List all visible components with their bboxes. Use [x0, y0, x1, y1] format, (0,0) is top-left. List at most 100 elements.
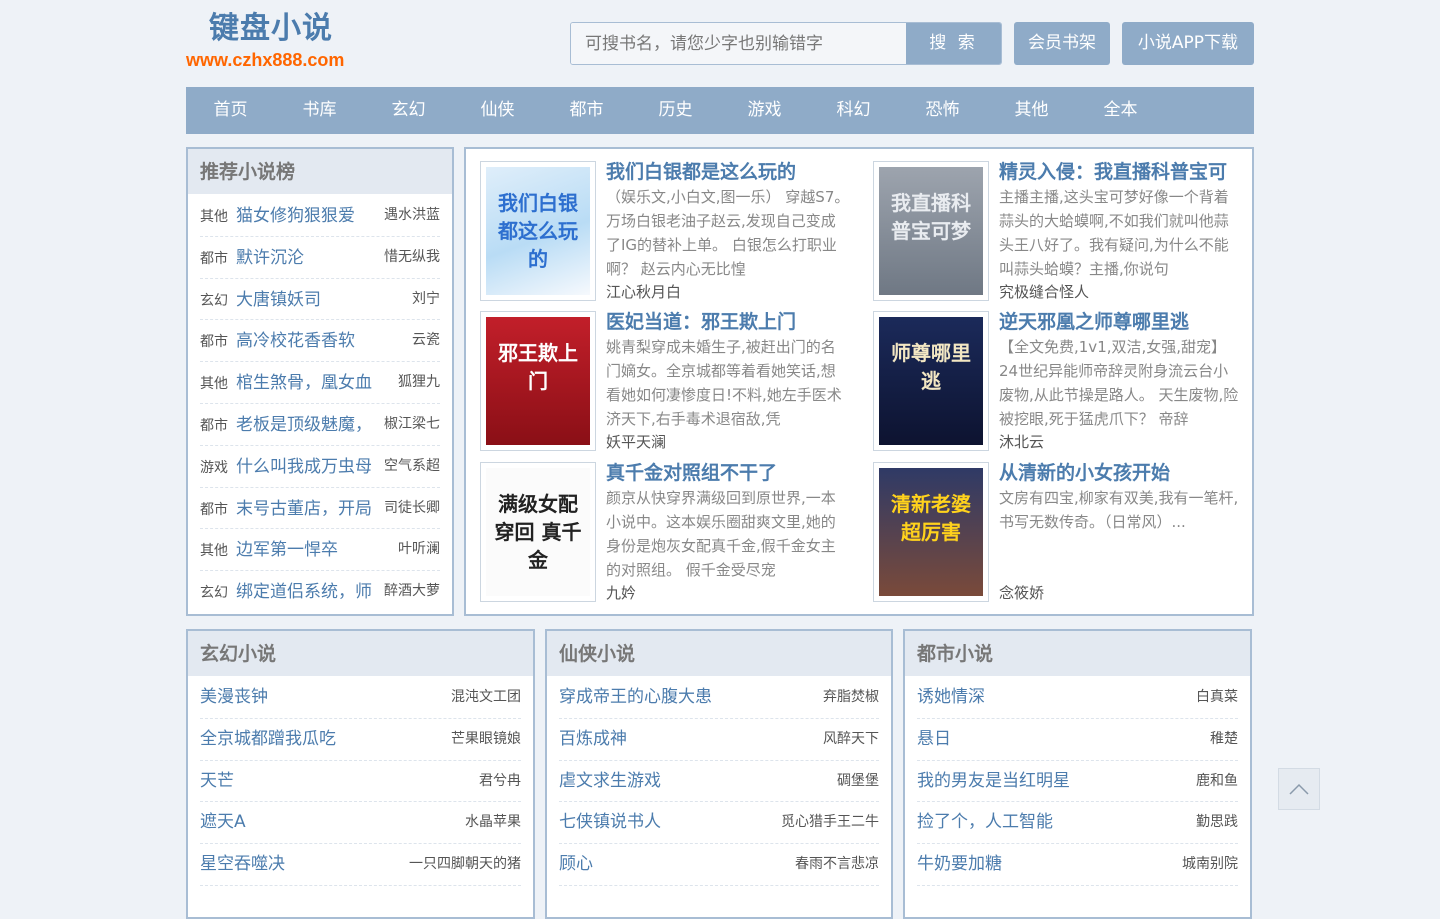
search-button[interactable]: 搜 索 [906, 23, 1001, 64]
ranking-category[interactable]: 都市 [200, 334, 228, 350]
list-item: 星空吞噬决 一只四脚朝天的猪 [200, 844, 521, 886]
ranking-book-title[interactable]: 棺生煞骨，凰女血 [236, 373, 372, 393]
featured-title[interactable]: 精灵入侵：我直播科普宝可 [999, 157, 1227, 184]
back-to-top-button[interactable] [1278, 768, 1320, 810]
list-book-title[interactable]: 天芒 [200, 771, 234, 791]
ranking-author[interactable]: 遇水洪蓝 [382, 195, 440, 236]
ranking-book-title[interactable]: 末号古董店，开局 [236, 499, 372, 519]
ranking-author[interactable]: 空气系超 [382, 445, 440, 487]
search-bar: 搜 索 [570, 22, 1002, 65]
list-author[interactable]: 君兮冉 [479, 761, 521, 801]
ranking-book-title[interactable]: 默许沉沦 [236, 248, 304, 268]
list-author[interactable]: 春雨不言悲凉 [795, 844, 879, 884]
list-book-title[interactable]: 美漫丧钟 [200, 687, 268, 707]
list-book-title[interactable]: 穿成帝王的心腹大患 [559, 687, 712, 707]
ranking-author[interactable]: 叶听澜 [396, 529, 440, 571]
ranking-author[interactable]: 狐狸九 [396, 362, 440, 403]
featured-author[interactable]: 九妗 [606, 582, 636, 603]
nav-qita[interactable]: 其他 [987, 87, 1076, 134]
list-author[interactable]: 一只四脚朝天的猪 [409, 844, 521, 884]
ranking-category[interactable]: 其他 [200, 376, 228, 392]
list-book-title[interactable]: 全京城都蹭我瓜吃 [200, 729, 336, 749]
list-author[interactable]: 风醉天下 [823, 719, 879, 759]
featured-title[interactable]: 医妃当道：邪王欺上门 [606, 307, 796, 334]
nav-home[interactable]: 首页 [186, 87, 275, 134]
site-logo[interactable]: 键盘小说 www.czhx888.com [186, 8, 366, 70]
ranking-book-title[interactable]: 什么叫我成万虫母 [236, 457, 372, 477]
ranking-list: 其他 猫女修狗狠狠爱 遇水洪蓝 都市 默许沉沦 惜无纵我 玄幻 大唐镇妖司 刘宁 都市 高冷校花香香… [188, 195, 452, 613]
ranking-author[interactable]: 惜无纵我 [382, 236, 440, 278]
book-cover[interactable]: 邪王欺上门 [480, 311, 596, 451]
list-author[interactable]: 碉堡堡 [837, 761, 879, 801]
featured-author[interactable]: 究极缝合怪人 [999, 281, 1089, 302]
list-book-title[interactable]: 虐文求生游戏 [559, 771, 661, 791]
ranking-category[interactable]: 都市 [200, 418, 228, 434]
nav-library[interactable]: 书库 [275, 87, 364, 134]
book-cover[interactable]: 师尊哪里逃 [873, 311, 989, 451]
ranking-book-title[interactable]: 高冷校花香香软 [236, 331, 355, 351]
featured-author[interactable]: 沐北云 [999, 431, 1044, 452]
featured-title[interactable]: 我们白银都是这么玩的 [606, 157, 796, 184]
list-author[interactable]: 混沌文工团 [451, 677, 521, 717]
ranking-book-title[interactable]: 边军第一悍卒 [236, 540, 338, 560]
bookshelf-button[interactable]: 会员书架 [1014, 22, 1110, 65]
nav-quanben[interactable]: 全本 [1076, 87, 1165, 134]
featured-title[interactable]: 真千金对照组不干了 [606, 458, 777, 485]
ranking-book-title[interactable]: 绑定道侣系统，师 [236, 582, 372, 602]
book-cover[interactable]: 满级女配 穿回 真千金 [480, 462, 596, 602]
list-book-title[interactable]: 七侠镇说书人 [559, 812, 661, 832]
ranking-category[interactable]: 都市 [200, 251, 228, 267]
featured-title[interactable]: 从清新的小女孩开始 [999, 458, 1170, 485]
list-author[interactable]: 觅心猎手王二牛 [781, 802, 879, 842]
search-input[interactable] [571, 23, 907, 64]
list-author[interactable]: 勤思践 [1196, 802, 1238, 842]
ranking-category[interactable]: 玄幻 [200, 585, 228, 601]
nav-xianxia[interactable]: 仙侠 [453, 87, 542, 134]
nav-dushi[interactable]: 都市 [542, 87, 631, 134]
list-author[interactable]: 稚楚 [1210, 719, 1238, 759]
nav-kehuan[interactable]: 科幻 [809, 87, 898, 134]
list-author[interactable]: 城南别院 [1182, 844, 1238, 884]
list-book-title[interactable]: 牛奶要加糖 [917, 854, 1002, 874]
featured-title[interactable]: 逆天邪凰之师尊哪里逃 [999, 307, 1189, 334]
ranking-author[interactable]: 云瓷 [410, 320, 440, 362]
list-author[interactable]: 水晶苹果 [465, 802, 521, 842]
list-book-title[interactable]: 顾心 [559, 854, 593, 874]
featured-author[interactable]: 妖平天澜 [606, 431, 666, 452]
nav-kongbu[interactable]: 恐怖 [898, 87, 987, 134]
cover-image: 我们白银都这么玩的 [486, 167, 590, 295]
ranking-author[interactable]: 醉酒大萝 [382, 571, 440, 613]
ranking-author[interactable]: 椒江梁七 [382, 403, 440, 445]
nav-lishi[interactable]: 历史 [631, 87, 720, 134]
list-book-title[interactable]: 悬日 [917, 729, 951, 749]
ranking-category[interactable]: 其他 [200, 209, 228, 225]
book-cover[interactable]: 我直播科普宝可梦 [873, 161, 989, 301]
list-author[interactable]: 白真菜 [1196, 677, 1238, 717]
list-book-title[interactable]: 我的男友是当红明星 [917, 771, 1070, 791]
list-book-title[interactable]: 百炼成神 [559, 729, 627, 749]
ranking-category[interactable]: 玄幻 [200, 293, 228, 309]
list-book-title[interactable]: 遮天A [200, 812, 246, 832]
list-author[interactable]: 芒果眼镜娘 [451, 719, 521, 759]
ranking-category[interactable]: 游戏 [200, 460, 228, 476]
featured-author[interactable]: 念筱娇 [999, 582, 1044, 603]
list-author[interactable]: 弃脂焚椒 [823, 677, 879, 717]
list-book-title[interactable]: 诱她情深 [917, 687, 985, 707]
ranking-book-title[interactable]: 猫女修狗狠狠爱 [236, 206, 355, 226]
book-cover[interactable]: 清新老婆超厉害 [873, 462, 989, 602]
nav-xuanhuan[interactable]: 玄幻 [364, 87, 453, 134]
section-title: 玄幻小说 [188, 631, 533, 677]
book-cover[interactable]: 我们白银都这么玩的 [480, 161, 596, 301]
app-download-button[interactable]: 小说APP下载 [1122, 22, 1254, 65]
ranking-category[interactable]: 都市 [200, 502, 228, 518]
ranking-author[interactable]: 司徒长卿 [382, 487, 440, 529]
list-book-title[interactable]: 星空吞噬决 [200, 854, 285, 874]
nav-youxi[interactable]: 游戏 [720, 87, 809, 134]
ranking-book-title[interactable]: 大唐镇妖司 [236, 290, 321, 310]
ranking-author[interactable]: 刘宁 [410, 278, 440, 320]
ranking-category[interactable]: 其他 [200, 543, 228, 559]
featured-author[interactable]: 江心秋月白 [606, 281, 681, 302]
list-author[interactable]: 鹿和鱼 [1196, 761, 1238, 801]
ranking-book-title[interactable]: 老板是顶级魅魔， [236, 415, 372, 435]
list-book-title[interactable]: 捡了个，人工智能 [917, 812, 1053, 832]
